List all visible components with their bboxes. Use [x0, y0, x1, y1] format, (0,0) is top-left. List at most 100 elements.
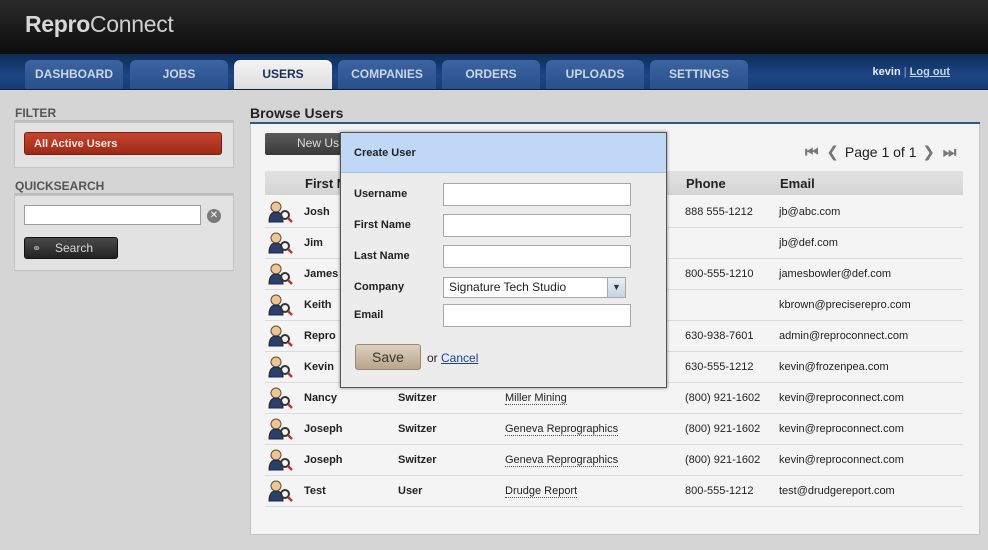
cell-last-name: Switzer: [398, 423, 437, 435]
cell-first-name: James: [304, 268, 339, 280]
cell-first-name: Repro: [304, 330, 336, 342]
user-icon[interactable]: [267, 479, 293, 503]
user-icon[interactable]: [267, 293, 293, 317]
or-text: or: [427, 351, 438, 365]
cell-email: jamesbowler@def.com: [779, 268, 892, 280]
col-phone[interactable]: Phone: [686, 176, 726, 191]
cancel-link[interactable]: Cancel: [441, 351, 478, 365]
cell-first-name: Joseph: [304, 423, 343, 435]
col-email[interactable]: Email: [780, 176, 815, 191]
table-row[interactable]: Joseph Switzer Geneva Reprographics (800) 9…: [265, 444, 963, 476]
next-page-icon[interactable]: ❯: [922, 143, 935, 161]
cell-last-name: User: [398, 485, 423, 497]
page-indicator: Page 1 of 1: [844, 144, 917, 160]
logo-bold-text: Repro: [25, 11, 90, 37]
last-name-field[interactable]: [443, 245, 631, 268]
cell-first-name: Test: [304, 485, 326, 497]
user-icon[interactable]: [267, 324, 293, 348]
username-label: kevin: [872, 66, 901, 78]
cell-phone: (800) 921-1602: [685, 392, 761, 404]
dialog-header: Create User: [341, 133, 666, 173]
email-label: Email: [354, 309, 384, 321]
dialog-title: Create User: [354, 147, 416, 159]
cell-email: kevin@reproconnect.com: [779, 423, 904, 435]
clear-search-icon[interactable]: ✕: [207, 209, 221, 223]
first-name-label: First Name: [354, 219, 411, 231]
tab-uploads[interactable]: UPLOADS: [546, 60, 644, 89]
cell-phone: 630-938-7601: [685, 330, 754, 342]
cell-email: jb@abc.com: [779, 206, 841, 218]
quicksearch-input[interactable]: [24, 205, 201, 225]
user-icon[interactable]: [267, 262, 293, 286]
tab-jobs[interactable]: JOBS: [130, 60, 228, 89]
cell-email: kevin@frozenpea.com: [779, 361, 889, 373]
table-row[interactable]: Joseph Switzer Geneva Reprographics (800) 9…: [265, 413, 963, 445]
last-name-label: Last Name: [354, 250, 410, 262]
user-icon[interactable]: [267, 386, 293, 410]
save-button[interactable]: Save: [355, 344, 421, 370]
user-icon[interactable]: [267, 231, 293, 255]
cell-first-name: Jim: [304, 237, 323, 249]
cell-company-link[interactable]: Geneva Reprographics: [505, 423, 619, 436]
company-selected-value: Signature Tech Studio: [449, 280, 567, 294]
search-button-label: Search: [55, 241, 94, 255]
cell-phone: 800-555-1210: [685, 268, 754, 280]
user-separator: |: [903, 66, 907, 78]
pager: ⏮ ❮ Page 1 of 1 ❯ ⏭: [803, 143, 958, 161]
company-label: Company: [354, 281, 405, 293]
cell-email: test@drudgereport.com: [779, 485, 895, 497]
last-page-icon[interactable]: ⏭: [943, 144, 957, 161]
cell-phone: (800) 921-1602: [685, 454, 761, 466]
quicksearch-heading: QUICKSEARCH: [15, 179, 105, 193]
cell-last-name: Switzer: [398, 454, 437, 466]
cell-phone: 888 555-1212: [685, 206, 753, 218]
create-user-dialog: Create User Username First Name Last Nam…: [340, 132, 667, 388]
user-icon[interactable]: [267, 448, 293, 472]
cell-email: admin@reproconnect.com: [779, 330, 909, 342]
chevron-down-icon[interactable]: ▼: [607, 278, 625, 297]
tab-settings[interactable]: SETTINGS: [650, 60, 748, 89]
username-label: Username: [354, 188, 408, 200]
cell-company-link[interactable]: Geneva Reprographics: [505, 454, 619, 467]
cell-first-name: Keith: [304, 299, 332, 311]
cell-company-link[interactable]: Miller Mining: [505, 392, 567, 405]
cell-first-name: Nancy: [304, 392, 338, 404]
app-header: ReproConnect: [0, 0, 988, 54]
user-icon[interactable]: [267, 417, 293, 441]
cell-email: kbrown@preciserepro.com: [779, 299, 911, 311]
cell-email: kevin@reproconnect.com: [779, 454, 904, 466]
cell-email: jb@def.com: [779, 237, 838, 249]
cell-first-name: Kevin: [304, 361, 334, 373]
user-box: kevin | Log out: [873, 66, 950, 78]
username-field[interactable]: [443, 183, 631, 206]
user-icon[interactable]: [267, 355, 293, 379]
cell-first-name: Joseph: [304, 454, 343, 466]
app-logo[interactable]: ReproConnect: [25, 11, 174, 38]
main-nav: DASHBOARD JOBS USERS COMPANIES ORDERS UP…: [0, 54, 988, 90]
logo-light-text: Connect: [89, 11, 174, 37]
cell-company-link[interactable]: Drudge Report: [505, 485, 578, 498]
cell-phone: (800) 921-1602: [685, 423, 761, 435]
first-name-field[interactable]: [443, 214, 631, 237]
email-field[interactable]: [443, 304, 631, 327]
tab-dashboard[interactable]: DASHBOARD: [25, 60, 123, 89]
cell-last-name: Switzer: [398, 392, 437, 404]
tab-users[interactable]: USERS: [234, 60, 332, 89]
filter-heading: FILTER: [15, 106, 57, 120]
prev-page-icon[interactable]: ❮: [826, 143, 839, 161]
cell-first-name: Josh: [304, 206, 330, 218]
cell-phone: 630-555-1212: [685, 361, 754, 373]
user-icon[interactable]: [267, 200, 293, 224]
page-title: Browse Users: [250, 105, 344, 121]
logout-link[interactable]: Log out: [910, 66, 950, 78]
table-row[interactable]: Test User Drudge Report 800-555-1212 test@dr…: [265, 475, 963, 507]
cell-phone: 800-555-1212: [685, 485, 754, 497]
company-select[interactable]: Signature Tech Studio ▼: [443, 277, 626, 298]
cell-email: kevin@reproconnect.com: [779, 392, 904, 404]
tab-orders[interactable]: ORDERS: [442, 60, 540, 89]
binoculars-icon: ⚭: [32, 243, 42, 255]
search-button[interactable]: ⚭ Search: [24, 237, 118, 259]
all-active-users-button[interactable]: All Active Users: [24, 132, 222, 155]
tab-companies[interactable]: COMPANIES: [338, 60, 436, 89]
first-page-icon[interactable]: ⏮: [805, 144, 819, 161]
